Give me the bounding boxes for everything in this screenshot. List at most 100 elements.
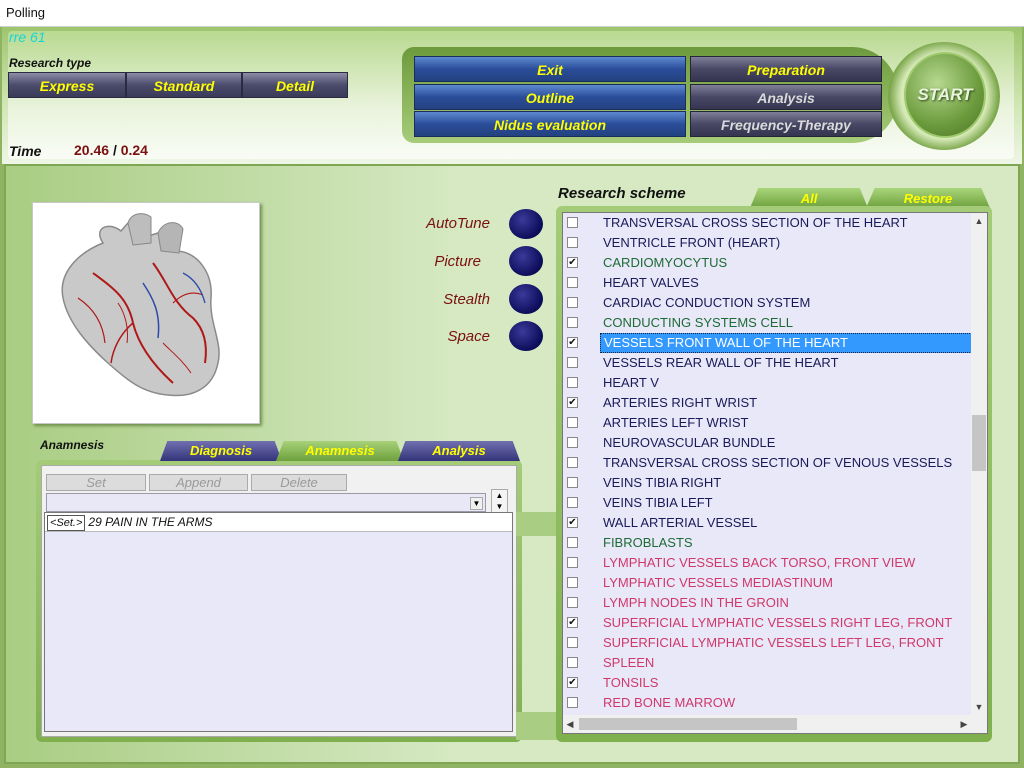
research-item-label: WALL ARTERIAL VESSEL <box>603 515 758 530</box>
set-button[interactable]: Set <box>46 474 146 491</box>
research-item-checkbox[interactable] <box>567 457 578 468</box>
tab-anamnesis[interactable]: Anamnesis <box>276 441 404 461</box>
research-item[interactable]: SUPERFICIAL LYMPHATIC VESSELS LEFT LEG, … <box>563 633 973 653</box>
research-item[interactable]: ✔ WALL ARTERIAL VESSEL <box>563 513 973 533</box>
research-item[interactable]: TRANSVERSAL CROSS SECTION OF THE HEART <box>563 213 973 233</box>
research-item-label: LYMPHATIC VESSELS BACK TORSO, FRONT VIEW <box>603 555 916 570</box>
research-item[interactable]: ✔ SUPERFICIAL LYMPHATIC VESSELS RIGHT LEG… <box>563 613 973 633</box>
research-item-checkbox[interactable] <box>567 357 578 368</box>
polling-window: Polling rre 61 Research type Express Sta… <box>0 0 1024 768</box>
research-item-label: CARDIOMYOCYTUS <box>603 255 728 270</box>
research-item-checkbox[interactable] <box>567 577 578 588</box>
vertical-scrollbar[interactable]: ▲ ▼ <box>971 213 987 715</box>
set-tag: <Set.> <box>47 515 86 531</box>
research-item-checkbox[interactable] <box>567 297 578 308</box>
research-item-checkbox[interactable] <box>567 477 578 488</box>
scroll-thumb[interactable] <box>972 415 986 471</box>
research-item-checkbox[interactable] <box>567 377 578 388</box>
research-item-checkbox[interactable]: ✔ <box>567 677 578 688</box>
research-item-label: TONSILS <box>603 675 659 690</box>
research-item[interactable]: LYMPH NODES IN THE GROIN <box>563 593 973 613</box>
research-item-checkbox[interactable] <box>567 317 578 328</box>
research-item[interactable]: ✔ VESSELS FRONT WALL OF THE HEART <box>563 333 973 353</box>
research-item-checkbox[interactable] <box>567 637 578 648</box>
research-item-label: NEUROVASCULAR BUNDLE <box>603 435 776 450</box>
spin-up-icon[interactable]: ▲ <box>492 490 507 501</box>
research-item[interactable]: VESSELS REAR WALL OF THE HEART <box>563 353 973 373</box>
analysis-button[interactable]: Analysis <box>690 84 882 110</box>
append-button[interactable]: Append <box>149 474 248 491</box>
research-item[interactable]: CARDIAC CONDUCTION SYSTEM <box>563 293 973 313</box>
tab-all[interactable]: All <box>750 188 868 208</box>
research-item[interactable]: NEUROVASCULAR BUNDLE <box>563 433 973 453</box>
research-item[interactable]: TRANSVERSAL CROSS SECTION OF VENOUS VESS… <box>563 453 973 473</box>
tab-restore[interactable]: Restore <box>866 188 990 208</box>
research-item[interactable]: VENTRICLE FRONT (HEART) <box>563 233 973 253</box>
scroll-left-icon[interactable]: ◀ <box>563 715 577 733</box>
anamnesis-entry[interactable]: <Set.> 29 PAIN IN THE ARMS <box>45 513 512 532</box>
autotune-toggle[interactable] <box>509 209 543 239</box>
research-item-checkbox[interactable]: ✔ <box>567 257 578 268</box>
research-item[interactable]: ✔ CARDIOMYOCYTUS <box>563 253 973 273</box>
research-item-label: FIBROBLASTS <box>603 535 693 550</box>
express-button[interactable]: Express <box>8 72 126 98</box>
research-item-checkbox[interactable] <box>567 497 578 508</box>
horizontal-scrollbar[interactable]: ◀ ▶ <box>563 715 971 733</box>
research-item-checkbox[interactable]: ✔ <box>567 397 578 408</box>
research-item-checkbox[interactable] <box>567 657 578 668</box>
research-item[interactable]: ✔ ARTERIES RIGHT WRIST <box>563 393 973 413</box>
exit-button[interactable]: Exit <box>414 56 686 82</box>
research-item-checkbox[interactable]: ✔ <box>567 517 578 528</box>
research-item-checkbox[interactable] <box>567 697 578 708</box>
research-item[interactable]: ✔ TONSILS <box>563 673 973 693</box>
tab-analysis[interactable]: Analysis <box>398 441 520 461</box>
session-code: rre 61 <box>9 29 46 45</box>
research-item[interactable]: VEINS TIBIA RIGHT <box>563 473 973 493</box>
nidus-evaluation-button[interactable]: Nidus evaluation <box>414 111 686 137</box>
outline-button[interactable]: Outline <box>414 84 686 110</box>
research-item-checkbox[interactable] <box>567 537 578 548</box>
research-item[interactable]: VEINS TIBIA LEFT <box>563 493 973 513</box>
anamnesis-list[interactable]: <Set.> 29 PAIN IN THE ARMS <box>44 512 513 732</box>
scroll-up-icon[interactable]: ▲ <box>971 213 987 229</box>
start-button[interactable]: START <box>904 52 986 138</box>
research-item-label: HEART VALVES <box>603 275 699 290</box>
detail-button[interactable]: Detail <box>242 72 348 98</box>
research-item-checkbox[interactable] <box>567 557 578 568</box>
chevron-down-icon[interactable]: ▼ <box>470 497 483 510</box>
research-item-checkbox[interactable] <box>567 217 578 228</box>
research-item[interactable]: RED BONE MARROW <box>563 693 973 713</box>
anamnesis-combo[interactable]: ▼ <box>46 493 486 512</box>
research-item[interactable]: SPLEEN <box>563 653 973 673</box>
research-item[interactable]: HEART V <box>563 373 973 393</box>
frequency-therapy-button[interactable]: Frequency-Therapy <box>690 111 882 137</box>
time-label: Time <box>9 143 42 159</box>
scroll-right-icon[interactable]: ▶ <box>957 715 971 733</box>
spin-down-icon[interactable]: ▼ <box>492 501 507 512</box>
research-item[interactable]: CONDUCTING SYSTEMS CELL <box>563 313 973 333</box>
tab-diagnosis[interactable]: Diagnosis <box>160 441 282 461</box>
research-item[interactable]: HEART VALVES <box>563 273 973 293</box>
research-item[interactable]: FIBROBLASTS <box>563 533 973 553</box>
research-item[interactable]: LYMPHATIC VESSELS MEDIASTINUM <box>563 573 973 593</box>
delete-button[interactable]: Delete <box>251 474 347 491</box>
preparation-button[interactable]: Preparation <box>690 56 882 82</box>
research-item-checkbox[interactable] <box>567 277 578 288</box>
space-toggle[interactable] <box>509 321 543 351</box>
research-item-checkbox[interactable]: ✔ <box>567 337 578 348</box>
standard-button[interactable]: Standard <box>126 72 242 98</box>
research-item-checkbox[interactable] <box>567 437 578 448</box>
research-item-checkbox[interactable]: ✔ <box>567 617 578 628</box>
anamnesis-entry-text: 29 PAIN IN THE ARMS <box>88 515 213 529</box>
research-item-checkbox[interactable] <box>567 417 578 428</box>
stealth-toggle[interactable] <box>509 284 543 314</box>
hscroll-thumb[interactable] <box>579 718 797 730</box>
scroll-down-icon[interactable]: ▼ <box>971 699 987 715</box>
anamnesis-spinner[interactable]: ▲ ▼ <box>491 489 508 513</box>
research-scheme-list[interactable]: RED BONE MARROW ✔ TONSILS SPLEEN SUPERFICIAL… <box>562 212 988 734</box>
research-item-checkbox[interactable] <box>567 237 578 248</box>
picture-toggle[interactable] <box>509 246 543 276</box>
research-item[interactable]: ARTERIES LEFT WRIST <box>563 413 973 433</box>
research-item-checkbox[interactable] <box>567 597 578 608</box>
research-item[interactable]: LYMPHATIC VESSELS BACK TORSO, FRONT VIEW <box>563 553 973 573</box>
